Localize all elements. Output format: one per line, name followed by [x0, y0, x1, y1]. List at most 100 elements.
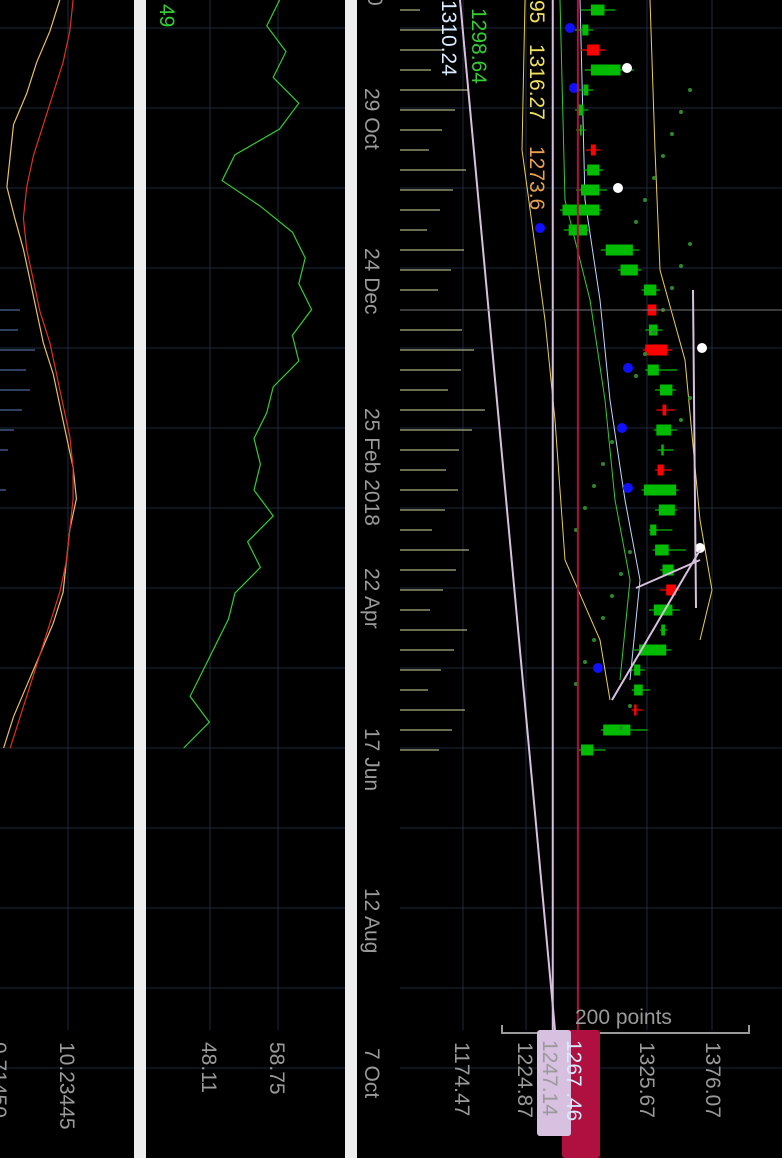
sar-dot-green — [610, 594, 614, 598]
candle-body — [650, 524, 657, 536]
sar-dot-white — [622, 63, 632, 73]
parabolic-sar-dots — [535, 23, 707, 730]
indicator-value-label: 95 — [525, 0, 548, 23]
current-price-value: 1267 — [562, 1040, 585, 1087]
candle-body — [620, 264, 638, 276]
date-tick-label: 12 Aug — [360, 888, 383, 953]
candle-body — [590, 144, 596, 156]
sar-dot-green — [661, 154, 665, 158]
moving-average-green — [559, 0, 631, 681]
date-tick-label: 0 — [363, 0, 386, 6]
candle-body — [661, 624, 665, 636]
sar-dot-green — [679, 418, 683, 422]
gridlines — [0, 0, 782, 1069]
date-tick-label: 22 Apr — [360, 568, 383, 629]
indicator-value-label: 1298.64 — [467, 8, 490, 84]
sar-dot-blue — [623, 363, 633, 373]
sar-dot-green — [619, 572, 623, 576]
panel-divider-1[interactable] — [134, 0, 146, 1158]
sar-dot-blue — [535, 223, 545, 233]
candle-body — [579, 124, 582, 136]
oscillator-2-line — [183, 0, 313, 749]
current-price-decimals: .46 — [562, 1092, 585, 1121]
sar-dot-green — [679, 110, 683, 114]
sar-dot-white — [697, 343, 707, 353]
sar-dot-green — [688, 242, 692, 246]
chart-canvas: 29 Oct 24 Dec 25 Feb 2018 22 Apr 17 Jun 12 Au… — [0, 0, 782, 1158]
candle-body — [583, 84, 589, 96]
sar-dot-green — [601, 616, 605, 620]
sar-dot-blue — [593, 663, 603, 673]
candle-body — [661, 444, 664, 456]
oscillator-1-slow-line — [9, 0, 74, 749]
sar-dot-green — [592, 484, 596, 488]
sar-dot-green — [628, 704, 632, 708]
candle-body — [603, 724, 631, 736]
sar-dot-green — [601, 462, 605, 466]
volume-bars — [400, 9, 485, 751]
candle-body — [582, 24, 589, 36]
candle-body — [605, 244, 633, 256]
candle-body — [587, 164, 600, 176]
trend-line — [635, 559, 701, 589]
osc2-tick-label: 58.75 — [265, 1042, 288, 1095]
osc2-top-value: 49 — [155, 4, 178, 27]
candle-body — [634, 664, 641, 676]
price-tick-label: 1325.67 — [635, 1042, 658, 1118]
candle-body — [634, 704, 637, 716]
sar-dot-green — [652, 330, 656, 334]
sar-dot-blue — [565, 23, 575, 33]
sar-dot-green — [652, 176, 656, 180]
candle-body — [578, 104, 584, 116]
bollinger-bands — [521, 0, 713, 701]
candle-body — [662, 404, 667, 416]
candle-body — [645, 344, 668, 356]
oscillator-panel-2[interactable] — [183, 0, 313, 749]
candle-body — [562, 204, 600, 216]
candle-body — [647, 364, 659, 376]
moving-average-blue — [579, 0, 641, 681]
candlesticks — [559, 4, 686, 756]
candle-body — [658, 504, 675, 516]
date-tick-label: 25 Feb 2018 — [360, 408, 383, 526]
date-tick-label: 24 Dec — [360, 248, 383, 315]
sar-dot-green — [634, 374, 638, 378]
measure-label: 200 points — [575, 1006, 672, 1029]
indicator-value-label: 1273.6 — [525, 146, 548, 210]
price-tick-label: 1174.47 — [450, 1042, 473, 1116]
candle-body — [580, 184, 600, 196]
sar-dot-green — [610, 440, 614, 444]
sar-dot-blue — [623, 483, 633, 493]
price-panel[interactable] — [400, 0, 782, 1158]
indicator-value-label: 1316.27 — [525, 44, 548, 120]
price-tick-label: 1224.87 — [513, 1042, 536, 1118]
candle-body — [656, 424, 672, 436]
candle-body — [590, 4, 605, 16]
sar-dot-green — [670, 286, 674, 290]
candle-body — [660, 384, 673, 396]
sar-dot-green — [643, 198, 647, 202]
sar-dot-green — [628, 550, 632, 554]
candle-body — [634, 684, 643, 696]
osc1-tick-label: 10.23445 — [55, 1042, 78, 1130]
oscillator-1-fast-line — [3, 0, 78, 749]
indicator-value-label: 1310.24 — [437, 0, 460, 76]
date-tick-label: 17 Jun — [360, 728, 383, 791]
crosshair-price-value: 1247.14 — [538, 1040, 561, 1116]
sar-dot-green — [634, 220, 638, 224]
candle-body — [643, 484, 677, 496]
candle-body — [587, 44, 600, 56]
oscillator-panel-1[interactable] — [0, 0, 78, 749]
oscillator-1-histogram — [0, 309, 35, 491]
sar-dot-white — [613, 183, 623, 193]
candle-body — [643, 284, 657, 296]
sar-dot-green — [619, 726, 623, 730]
sar-dot-green — [688, 88, 692, 92]
sar-dot-green — [592, 638, 596, 642]
panel-divider-2[interactable] — [345, 0, 357, 1158]
sar-dot-green — [670, 132, 674, 136]
sar-dot-green — [583, 506, 587, 510]
sar-dot-green — [688, 396, 692, 400]
osc2-tick-label: 48.11 — [197, 1042, 220, 1093]
sar-dot-green — [643, 352, 647, 356]
